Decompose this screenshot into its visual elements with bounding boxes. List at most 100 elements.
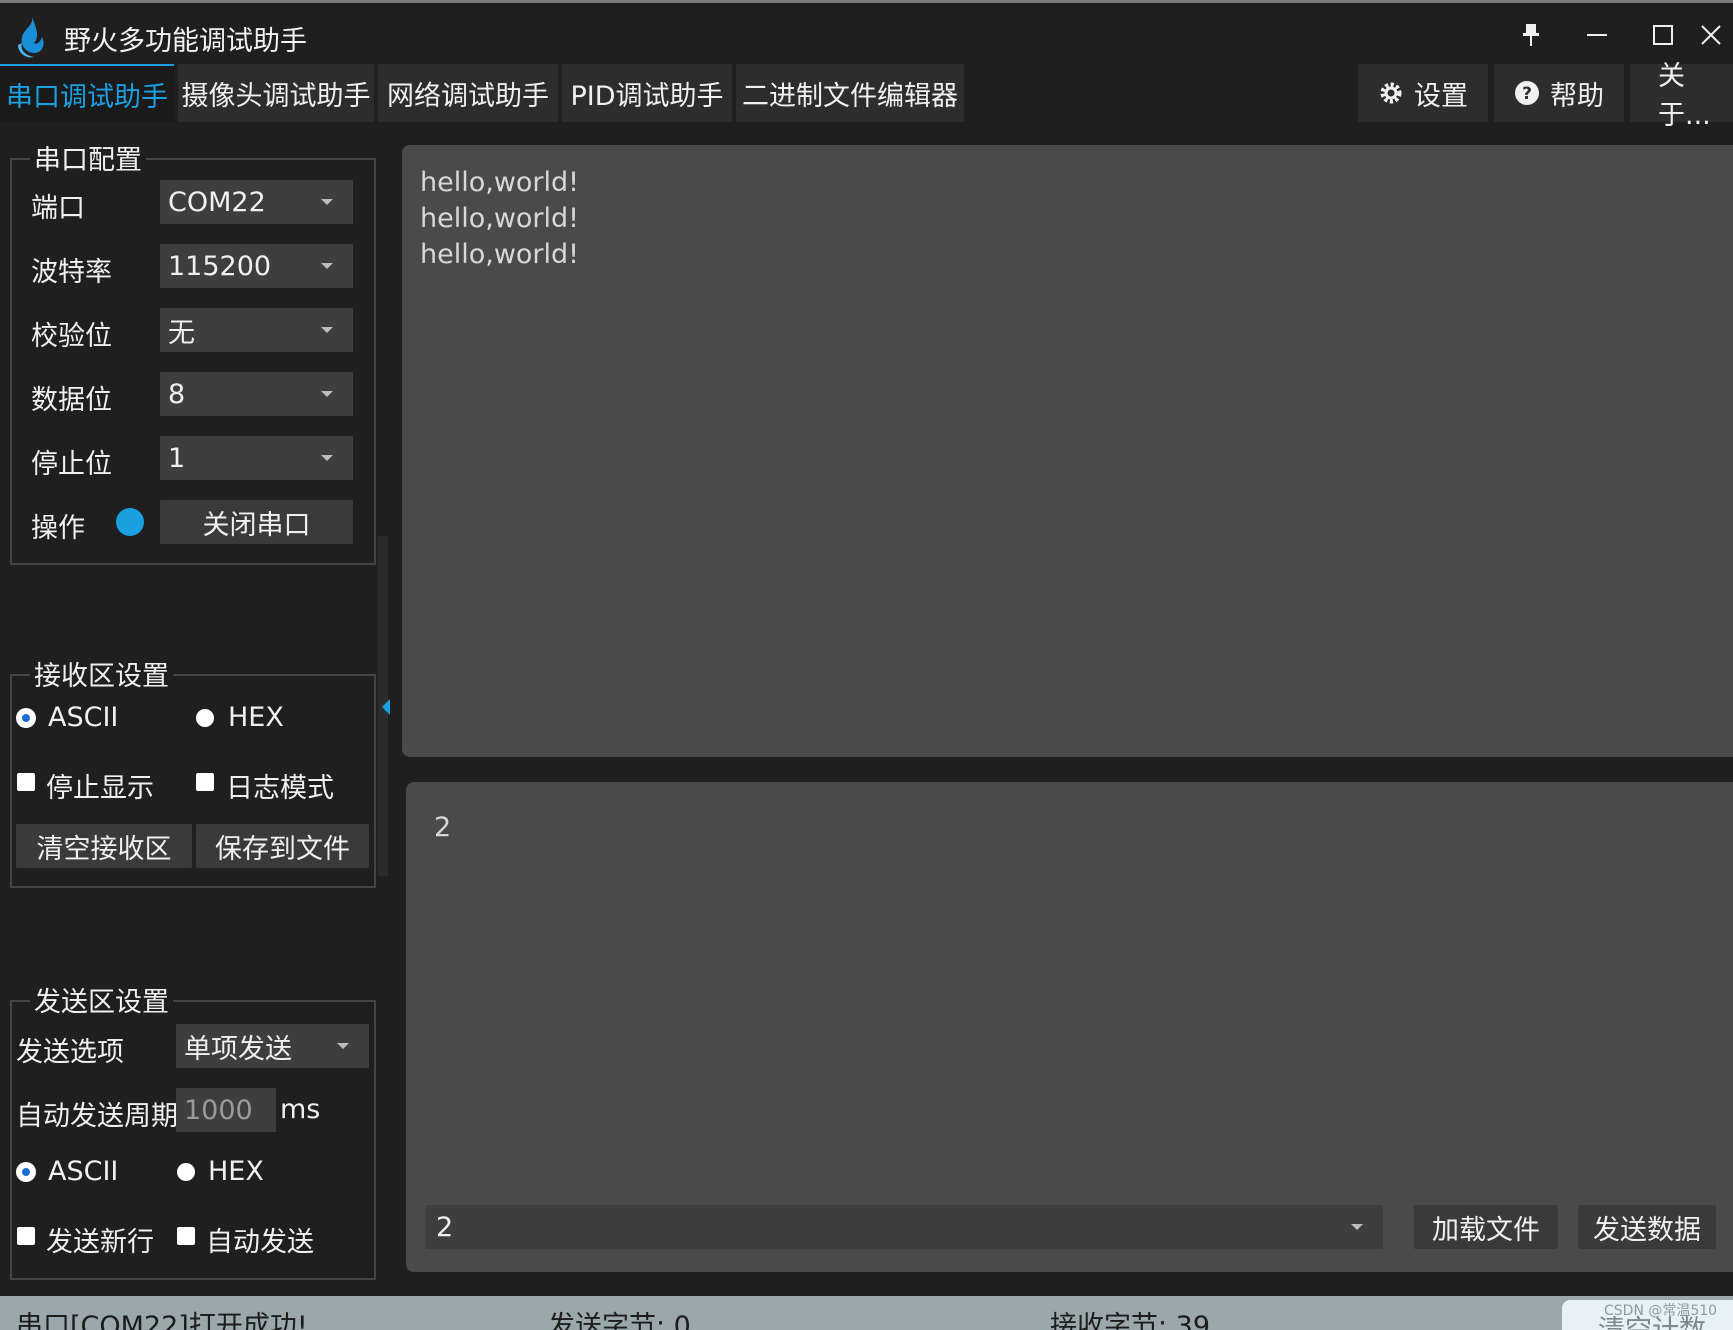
tab-camera[interactable]: 摄像头调试助手	[178, 64, 374, 122]
pin-icon	[1523, 24, 1539, 46]
parity-select[interactable]: 无	[160, 308, 353, 352]
auto-period-input[interactable]: 1000	[176, 1088, 276, 1132]
send-history-value: 2	[436, 1211, 454, 1243]
help-button[interactable]: ? 帮助	[1494, 64, 1624, 122]
port-status-indicator	[116, 508, 144, 536]
maximize-icon	[1653, 25, 1673, 45]
about-label: 关于...	[1658, 61, 1711, 131]
send-option-select[interactable]: 单项发送	[176, 1024, 369, 1068]
tab-binary-editor[interactable]: 二进制文件编辑器	[736, 64, 964, 122]
auto-send-label: 自动发送	[206, 1227, 314, 1258]
period-unit: ms	[280, 1094, 321, 1125]
title-bar: 野火多功能调试助手	[0, 0, 1733, 62]
stopbits-label: 停止位	[31, 449, 112, 480]
sent-bytes-count: 发送字节: 0	[548, 1311, 691, 1330]
settings-label: 设置	[1414, 80, 1468, 112]
chevron-down-icon	[321, 391, 333, 397]
gear-icon	[1380, 82, 1402, 104]
recv-hex-radio[interactable]	[196, 709, 214, 727]
close-icon	[1701, 25, 1721, 45]
stopbits-value: 1	[168, 442, 186, 474]
about-button[interactable]: 关于...	[1630, 61, 1733, 131]
maximize-button[interactable]	[1641, 15, 1685, 55]
receive-line: hello,world!	[420, 239, 579, 270]
send-option-label: 发送选项	[16, 1037, 124, 1068]
receive-text-area[interactable]: hello,world! hello,world! hello,world!	[402, 145, 1733, 757]
send-history-select[interactable]: 2	[426, 1205, 1383, 1249]
tab-label: 二进制文件编辑器	[742, 80, 958, 112]
chevron-down-icon	[321, 327, 333, 333]
send-text-area[interactable]: 2	[434, 812, 451, 843]
close-button[interactable]	[1700, 15, 1733, 55]
send-newline-label: 发送新行	[46, 1227, 154, 1258]
send-option-value: 单项发送	[184, 1033, 292, 1065]
log-mode-checkbox[interactable]	[196, 773, 214, 791]
group-title: 发送区设置	[30, 980, 173, 1019]
databits-label: 数据位	[31, 385, 112, 416]
tab-pid[interactable]: PID调试助手	[562, 64, 732, 122]
send-hex-radio[interactable]	[177, 1163, 195, 1181]
port-value: COM22	[168, 186, 266, 218]
baud-select[interactable]: 115200	[160, 244, 353, 288]
load-file-button[interactable]: 加载文件	[1414, 1205, 1558, 1249]
status-bar: 串口[COM22]打开成功! 发送字节: 0 接收字节: 39 清空计数 CSD…	[0, 1296, 1733, 1330]
stopbits-select[interactable]: 1	[160, 436, 353, 480]
status-message: 串口[COM22]打开成功!	[16, 1311, 308, 1330]
tab-label: 摄像头调试助手	[181, 80, 371, 112]
chevron-down-icon	[321, 263, 333, 269]
send-panel: 2 2 加载文件 发送数据	[406, 782, 1733, 1272]
parity-value: 无	[168, 317, 195, 349]
auto-period-value: 1000	[184, 1094, 253, 1126]
flame-logo-icon	[18, 17, 44, 58]
settings-button[interactable]: 设置	[1358, 64, 1488, 122]
auto-period-label: 自动发送周期	[16, 1101, 178, 1132]
parity-label: 校验位	[31, 321, 112, 352]
clear-recv-button[interactable]: 清空接收区	[16, 824, 192, 868]
baud-label: 波特率	[31, 257, 112, 288]
databits-value: 8	[168, 378, 186, 410]
close-port-button[interactable]: 关闭串口	[160, 500, 353, 544]
port-select[interactable]: COM22	[160, 180, 353, 224]
chevron-down-icon	[321, 455, 333, 461]
minimize-icon	[1587, 34, 1607, 36]
watermark: CSDN @常温510	[1604, 1303, 1718, 1319]
group-title: 串口配置	[30, 138, 146, 177]
group-title: 接收区设置	[30, 654, 173, 693]
recv-ascii-radio[interactable]	[17, 709, 35, 727]
help-label: 帮助	[1550, 80, 1604, 112]
tab-bar: 串口调试助手 摄像头调试助手 网络调试助手 PID调试助手 二进制文件编辑器 设…	[0, 61, 1733, 131]
recv-hex-label: HEX	[228, 702, 284, 733]
chevron-down-icon	[337, 1043, 349, 1049]
chevron-down-icon	[321, 199, 333, 205]
app-title: 野火多功能调试助手	[64, 26, 307, 57]
receive-line: hello,world!	[420, 167, 579, 198]
stop-display-label: 停止显示	[46, 773, 154, 804]
tab-label: 网络调试助手	[387, 80, 549, 112]
send-hex-label: HEX	[208, 1156, 264, 1187]
operation-label: 操作	[31, 513, 85, 544]
recv-ascii-label: ASCII	[48, 702, 119, 733]
send-ascii-label: ASCII	[48, 1156, 119, 1187]
send-newline-checkbox[interactable]	[17, 1227, 35, 1245]
pin-button[interactable]	[1509, 15, 1553, 55]
log-mode-label: 日志模式	[226, 773, 334, 804]
tab-label: 串口调试助手	[6, 81, 168, 113]
collapse-arrow-icon[interactable]	[382, 699, 390, 715]
tab-network[interactable]: 网络调试助手	[378, 64, 558, 122]
minimize-button[interactable]	[1575, 15, 1619, 55]
receive-line: hello,world!	[420, 203, 579, 234]
send-data-button[interactable]: 发送数据	[1578, 1205, 1716, 1249]
help-icon: ?	[1515, 81, 1539, 105]
send-ascii-radio[interactable]	[17, 1163, 35, 1181]
recv-bytes-count: 接收字节: 39	[1050, 1311, 1211, 1330]
chevron-down-icon	[1351, 1224, 1363, 1230]
save-to-file-button[interactable]: 保存到文件	[196, 824, 369, 868]
port-label: 端口	[31, 193, 85, 224]
stop-display-checkbox[interactable]	[17, 773, 35, 791]
baud-value: 115200	[168, 250, 272, 282]
tab-serial[interactable]: 串口调试助手	[0, 64, 174, 122]
auto-send-checkbox[interactable]	[177, 1227, 195, 1245]
tab-label: PID调试助手	[570, 80, 724, 112]
databits-select[interactable]: 8	[160, 372, 353, 416]
svg-text:?: ?	[1522, 84, 1532, 104]
